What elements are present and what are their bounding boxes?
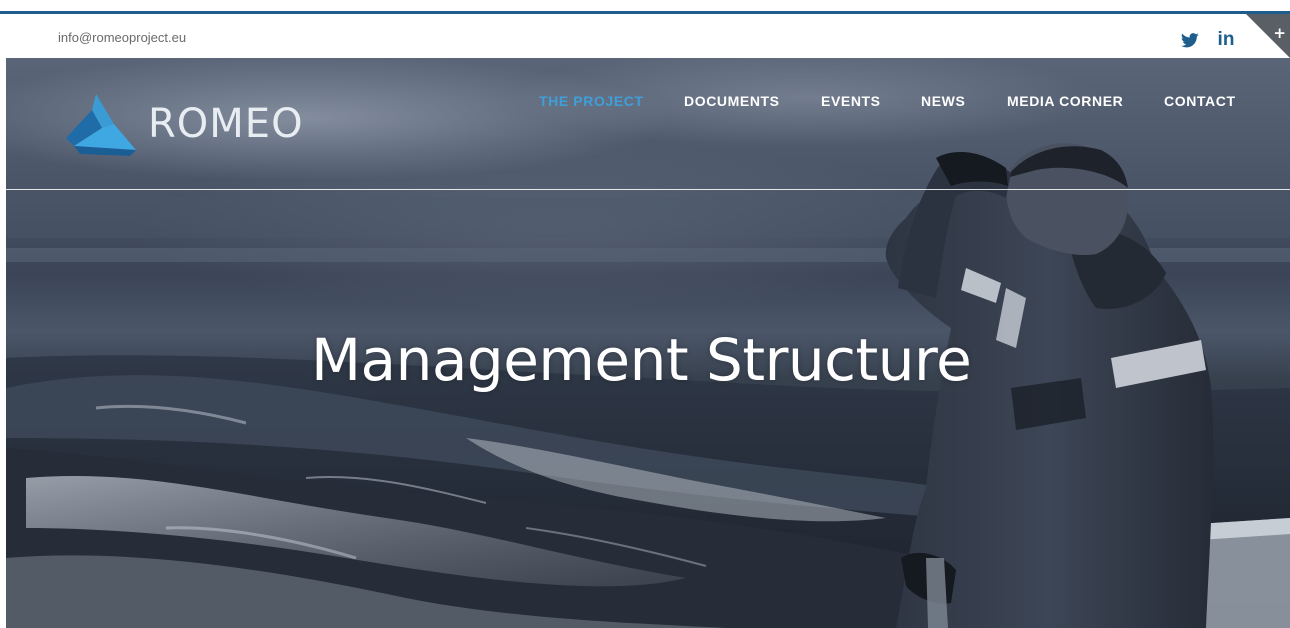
twitter-icon[interactable] [1180, 30, 1200, 50]
page-title: Management Structure [311, 325, 972, 394]
brand-name[interactable]: ROMEO [148, 102, 304, 146]
nav-item-news[interactable]: NEWS [921, 93, 965, 109]
nav-item-events[interactable]: EVENTS [821, 93, 881, 109]
hero-banner: ROMEO THE PROJECT DOCUMENTS EVENTS NEWS … [6, 58, 1290, 628]
header-divider [6, 189, 1290, 190]
triangle-logo-icon[interactable] [66, 94, 136, 156]
plus-icon[interactable]: + [1273, 26, 1286, 41]
nav-item-media-corner[interactable]: MEDIA CORNER [1007, 93, 1123, 109]
nav-item-contact[interactable]: CONTACT [1164, 93, 1236, 109]
contact-email-link[interactable]: info@romeoproject.eu [58, 30, 186, 45]
nav-item-documents[interactable]: DOCUMENTS [684, 93, 780, 109]
linkedin-icon[interactable]: in [1214, 30, 1238, 50]
nav-item-the-project[interactable]: THE PROJECT [539, 93, 644, 109]
top-bar: info@romeoproject.eu in + [0, 14, 1290, 58]
page: info@romeoproject.eu in + ROMEO THE PROJ… [0, 0, 1290, 628]
